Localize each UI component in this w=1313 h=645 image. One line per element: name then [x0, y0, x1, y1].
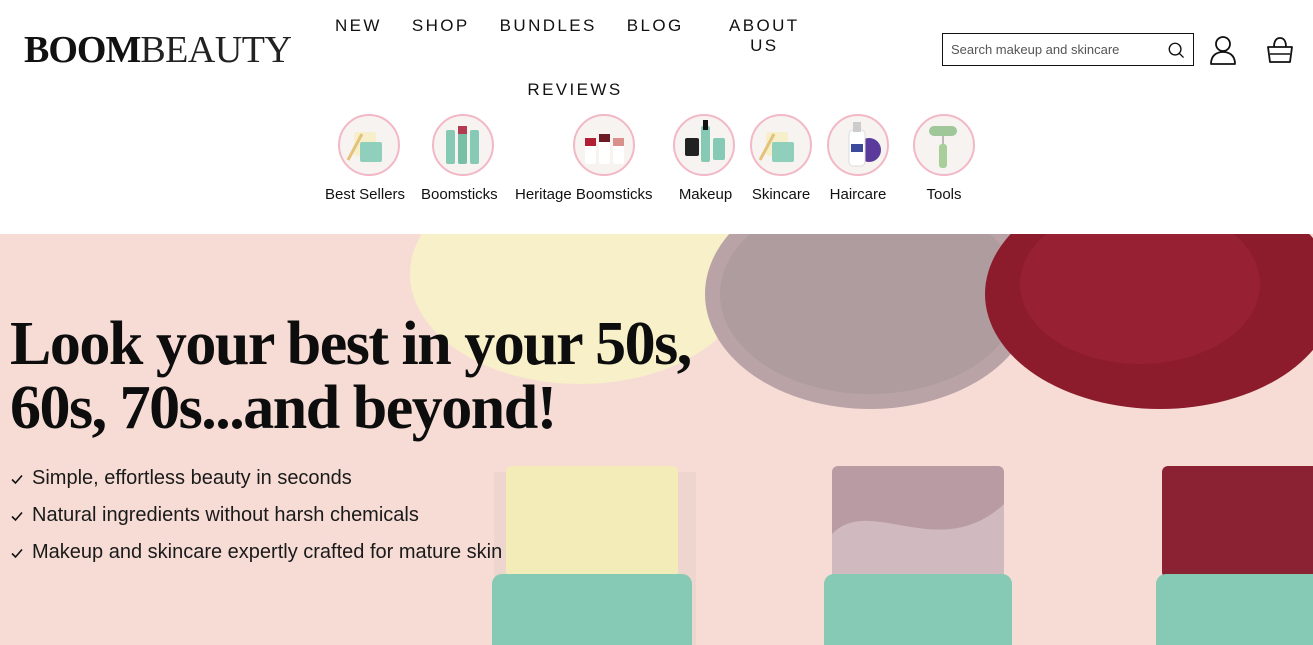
- category-label: Best Sellers: [325, 186, 406, 203]
- nav-row-2: REVIEWS: [320, 74, 830, 106]
- checkmark-icon: [11, 474, 23, 484]
- nav-row-1: NEW SHOP BUNDLES BLOG ABOUT US: [320, 10, 830, 62]
- hero-headline-line-1: Look your best in your 50s,: [10, 310, 692, 378]
- category-label: Tools: [926, 186, 962, 203]
- bag-icon[interactable]: [1265, 34, 1295, 66]
- nav-new[interactable]: NEW: [320, 10, 397, 62]
- category-label: Haircare: [829, 186, 887, 203]
- benefit-text: Makeup and skincare expertly crafted for…: [32, 541, 503, 563]
- category-skincare[interactable]: Skincare: [750, 114, 812, 203]
- nav-bundles[interactable]: BUNDLES: [485, 10, 612, 62]
- jar-product-thumb-icon: [750, 114, 812, 176]
- category-haircare[interactable]: Haircare: [827, 114, 889, 203]
- mascara-thumb-icon: [673, 114, 735, 176]
- category-label: Skincare: [751, 186, 811, 203]
- benefit-list: Simple, effortless beauty in seconds Nat…: [10, 460, 502, 571]
- sticks-thumb-icon: [431, 114, 494, 176]
- search-input[interactable]: [951, 42, 1167, 57]
- benefit-item: Natural ingredients without harsh chemic…: [10, 497, 502, 534]
- hero-headline: Look your best in your 50s, 60s, 70s...a…: [10, 312, 730, 440]
- nav-reviews[interactable]: REVIEWS: [512, 74, 637, 106]
- category-label: Heritage Boomsticks: [515, 186, 653, 203]
- hero-banner[interactable]: Look your best in your 50s, 60s, 70s...a…: [0, 234, 1313, 645]
- brand-logo[interactable]: BOOM BEAUTY: [24, 29, 292, 71]
- benefit-item: Simple, effortless beauty in seconds: [10, 460, 502, 497]
- nav-shop[interactable]: SHOP: [397, 10, 485, 62]
- jar-product-thumb-icon: [338, 114, 401, 176]
- bottle-thumb-icon: [827, 114, 889, 176]
- logo-part-beauty: BEAUTY: [140, 29, 292, 71]
- category-best-sellers[interactable]: Best Sellers: [325, 114, 405, 203]
- category-tools[interactable]: Tools: [913, 114, 975, 203]
- checkmark-icon: [11, 548, 23, 558]
- category-strip: Best Sellers Boomsticks Heritage Boomsti…: [0, 114, 1313, 214]
- category-boomsticks[interactable]: Boomsticks: [421, 114, 498, 203]
- nav-about-us[interactable]: ABOUT US: [699, 10, 830, 62]
- search-box: [942, 33, 1194, 66]
- hero-headline-line-2: 60s, 70s...and beyond!: [10, 374, 557, 442]
- heritage-sticks-thumb-icon: [572, 114, 635, 176]
- category-label: Makeup: [678, 186, 733, 203]
- category-makeup[interactable]: Makeup: [673, 114, 735, 203]
- benefit-item: Makeup and skincare expertly crafted for…: [10, 534, 502, 571]
- search-icon[interactable]: [1167, 41, 1185, 59]
- category-label: Boomsticks: [421, 186, 498, 203]
- nav-blog[interactable]: BLOG: [612, 10, 699, 62]
- user-icon[interactable]: [1208, 34, 1238, 66]
- category-heritage-boomsticks[interactable]: Heritage Boomsticks: [515, 114, 653, 203]
- roller-thumb-icon: [913, 114, 975, 176]
- logo-part-boom: BOOM: [24, 29, 141, 71]
- benefit-text: Simple, effortless beauty in seconds: [32, 467, 352, 489]
- main-nav: NEW SHOP BUNDLES BLOG ABOUT US REVIEWS: [320, 10, 830, 106]
- benefit-text: Natural ingredients without harsh chemic…: [32, 504, 419, 526]
- checkmark-icon: [11, 511, 23, 521]
